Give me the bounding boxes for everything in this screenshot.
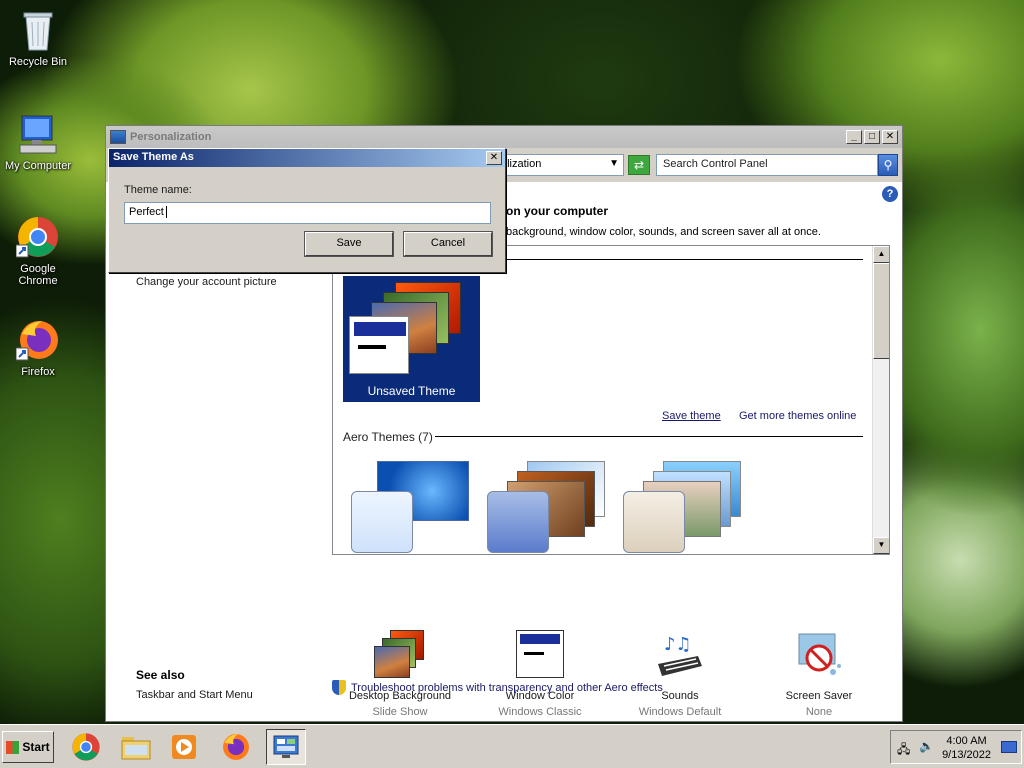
dialog-close-button[interactable]: ✕	[486, 151, 502, 165]
dialog-title: Save Theme As	[113, 151, 194, 163]
taskbar: Start 🖧 🔈 4:00 AM 9/13/2022	[0, 724, 1024, 768]
taskbar-chrome[interactable]	[66, 729, 106, 765]
volume-icon[interactable]: 🔈	[919, 739, 934, 753]
page-heading: on your computer	[506, 204, 609, 218]
sounds-icon: ♪♫	[654, 630, 706, 682]
screen-saver-icon	[793, 630, 845, 682]
taskbar-firefox[interactable]	[216, 729, 256, 765]
desktop-icon-label: Recycle Bin	[8, 56, 68, 68]
windows-flag-icon	[6, 740, 20, 754]
theme-name-input[interactable]: Perfect	[124, 202, 491, 224]
sounds-item[interactable]: ♪♫ Sounds Windows Default	[620, 630, 740, 718]
chevron-down-icon[interactable]: ▼	[609, 158, 619, 169]
desktop-background-value: Slide Show	[372, 706, 428, 718]
clock-time: 4:00 AM	[946, 735, 987, 747]
recycle-bin-icon	[16, 8, 60, 52]
page-description: background, window color, sounds, and sc…	[506, 226, 821, 238]
shield-icon	[332, 680, 346, 695]
chrome-icon	[15, 215, 60, 259]
troubleshoot-label: Troubleshoot problems with transparency …	[351, 681, 663, 694]
desktop-icon-firefox[interactable]: Firefox	[0, 318, 76, 378]
desktop-icon-label: My Computer	[4, 160, 72, 172]
start-button[interactable]: Start	[2, 731, 54, 763]
save-theme-dialog: Save Theme As ✕ Theme name: Perfect Save…	[108, 148, 506, 273]
window-preview	[349, 316, 409, 374]
window-title: Personalization	[130, 131, 212, 143]
themes-scrollbar[interactable]: ▲ ▼	[872, 246, 889, 554]
media-player-icon	[172, 735, 196, 759]
system-tray: 🖧 🔈 4:00 AM 9/13/2022	[890, 730, 1022, 764]
desktop-icon-my-computer[interactable]: My Computer	[0, 112, 76, 172]
search-button[interactable]: ⚲	[878, 154, 898, 176]
themes-list: Unsaved Theme Save theme Get more themes…	[332, 245, 890, 555]
aero-theme-architecture[interactable]	[483, 461, 613, 554]
unsaved-theme-label: Unsaved Theme	[367, 384, 456, 398]
get-more-themes-link[interactable]: Get more themes online	[739, 410, 856, 422]
save-button[interactable]: Save	[304, 231, 394, 257]
desktop-icon-google-chrome[interactable]: Google Chrome	[0, 215, 76, 287]
desktop-icon-recycle-bin[interactable]: Recycle Bin	[0, 8, 76, 68]
theme-name-label: Theme name:	[124, 184, 192, 196]
cancel-button[interactable]: Cancel	[403, 231, 493, 257]
chrome-icon	[72, 733, 100, 761]
refresh-icon: ⇄	[633, 158, 645, 172]
desktop-icon-label: Firefox	[21, 366, 55, 378]
screen-saver-value: None	[805, 706, 833, 718]
window-color-icon	[514, 630, 566, 682]
screen-saver-title: Screen Saver	[785, 690, 853, 702]
firefox-icon	[15, 318, 60, 362]
close-button[interactable]: ✕	[882, 130, 898, 144]
sounds-value: Windows Default	[638, 706, 722, 718]
desktop-background-item[interactable]: Desktop Background Slide Show	[340, 630, 460, 718]
clock[interactable]: 4:00 AM 9/13/2022	[942, 734, 991, 762]
refresh-button[interactable]: ⇄	[628, 155, 650, 175]
start-label: Start	[22, 740, 50, 754]
aero-themes-heading: Aero Themes (7)	[343, 430, 433, 444]
maximize-button[interactable]: □	[864, 130, 880, 144]
firefox-icon	[223, 734, 249, 760]
minimize-button[interactable]: _	[846, 130, 862, 144]
folder-icon	[121, 737, 151, 760]
taskbar-control-panel[interactable]	[266, 729, 306, 765]
window-color-item[interactable]: Window Color Windows Classic	[480, 630, 600, 718]
unsaved-theme-thumbnail[interactable]: Unsaved Theme	[343, 276, 480, 402]
troubleshoot-link[interactable]: Troubleshoot problems with transparency …	[332, 680, 663, 695]
scroll-up-icon[interactable]: ▲	[873, 246, 889, 263]
address-text: alization	[501, 158, 542, 170]
scroll-down-icon[interactable]: ▼	[873, 537, 889, 554]
desktop-icon-label: Google Chrome	[18, 263, 58, 287]
change-account-picture-link[interactable]: Change your account picture	[136, 276, 277, 288]
search-input[interactable]: Search Control Panel	[656, 154, 878, 176]
dialog-titlebar[interactable]: Save Theme As ✕	[109, 149, 505, 167]
screen-saver-item[interactable]: Screen Saver None	[759, 630, 879, 718]
show-desktop-icon[interactable]	[1001, 741, 1017, 753]
desktop-background-icon	[374, 630, 426, 682]
aero-theme-windows[interactable]	[347, 461, 477, 554]
see-also-heading: See also	[136, 668, 185, 682]
clock-date: 9/13/2022	[942, 749, 991, 761]
help-icon[interactable]: ?	[882, 186, 898, 202]
network-icon[interactable]: 🖧	[897, 740, 910, 761]
taskbar-explorer[interactable]	[116, 729, 156, 765]
computer-icon	[16, 112, 60, 156]
save-theme-link[interactable]: Save theme	[662, 410, 721, 422]
window-titlebar[interactable]: Personalization	[106, 126, 902, 148]
address-bar[interactable]: alization ▼	[496, 154, 624, 176]
svg-text:♪♫: ♪♫	[664, 634, 692, 655]
aero-theme-nature[interactable]	[619, 461, 749, 554]
taskbar-start-menu-link[interactable]: Taskbar and Start Menu	[136, 689, 253, 701]
window-color-value: Windows Classic	[498, 706, 582, 718]
scroll-thumb[interactable]	[873, 263, 889, 359]
control-panel-icon	[273, 735, 299, 758]
control-panel-icon	[110, 130, 126, 144]
theme-name-value: Perfect	[129, 206, 164, 218]
taskbar-media-player[interactable]	[164, 729, 204, 765]
search-icon: ⚲	[883, 158, 893, 172]
